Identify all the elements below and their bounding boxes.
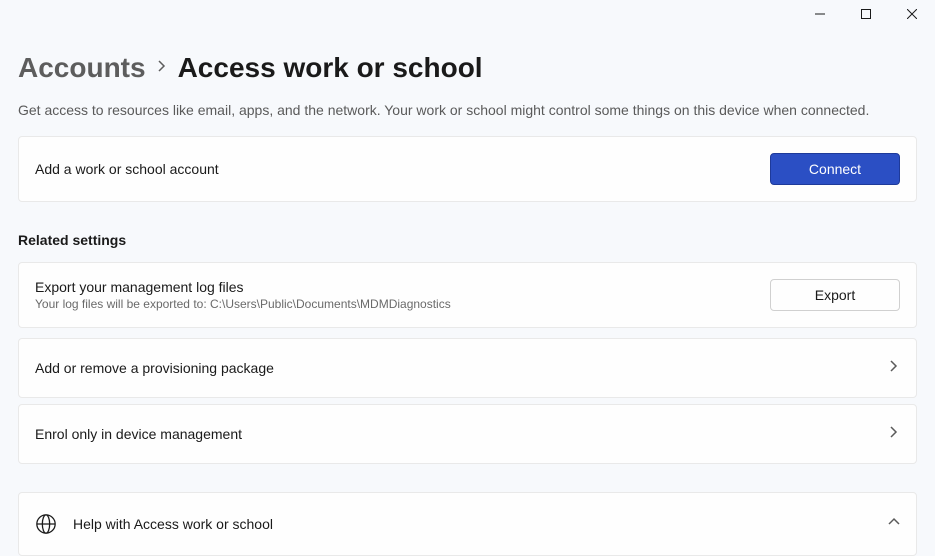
- related-settings-heading: Related settings: [18, 232, 917, 248]
- close-icon: [907, 9, 917, 19]
- minimize-icon: [815, 9, 825, 19]
- page-content: Accounts Access work or school Get acces…: [0, 32, 935, 556]
- minimize-button[interactable]: [797, 0, 843, 28]
- breadcrumb: Accounts Access work or school: [18, 52, 917, 84]
- add-account-card: Add a work or school account Connect: [18, 136, 917, 202]
- maximize-icon: [861, 9, 871, 19]
- add-account-label: Add a work or school account: [35, 161, 219, 177]
- close-button[interactable]: [889, 0, 935, 28]
- globe-icon: [35, 513, 57, 535]
- export-logs-card: Export your management log files Your lo…: [18, 262, 917, 328]
- export-logs-title: Export your management log files: [35, 279, 451, 295]
- chevron-right-icon: [888, 359, 900, 377]
- provisioning-row[interactable]: Add or remove a provisioning package: [18, 338, 917, 398]
- window-titlebar: [0, 0, 935, 32]
- breadcrumb-parent[interactable]: Accounts: [18, 52, 146, 84]
- chevron-right-icon: [888, 425, 900, 443]
- help-row[interactable]: Help with Access work or school: [18, 492, 917, 556]
- enrol-row[interactable]: Enrol only in device management: [18, 404, 917, 464]
- chevron-right-icon: [156, 59, 168, 77]
- page-subtitle: Get access to resources like email, apps…: [18, 102, 917, 118]
- enrol-label: Enrol only in device management: [35, 426, 242, 442]
- provisioning-label: Add or remove a provisioning package: [35, 360, 274, 376]
- help-label: Help with Access work or school: [73, 516, 872, 532]
- export-logs-subtitle: Your log files will be exported to: C:\U…: [35, 297, 451, 311]
- chevron-up-icon: [888, 515, 900, 533]
- page-title: Access work or school: [178, 52, 483, 84]
- export-button[interactable]: Export: [770, 279, 900, 311]
- maximize-button[interactable]: [843, 0, 889, 28]
- connect-button[interactable]: Connect: [770, 153, 900, 185]
